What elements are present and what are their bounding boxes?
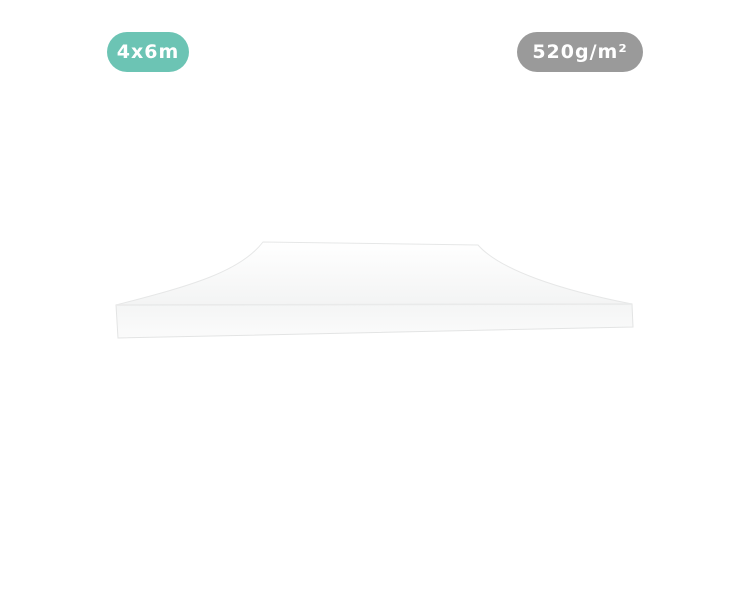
canopy-roof-top [115,241,633,306]
canopy-valance [115,303,634,339]
canopy-edge-line [115,303,633,306]
canopy-roof-icon [115,241,634,339]
